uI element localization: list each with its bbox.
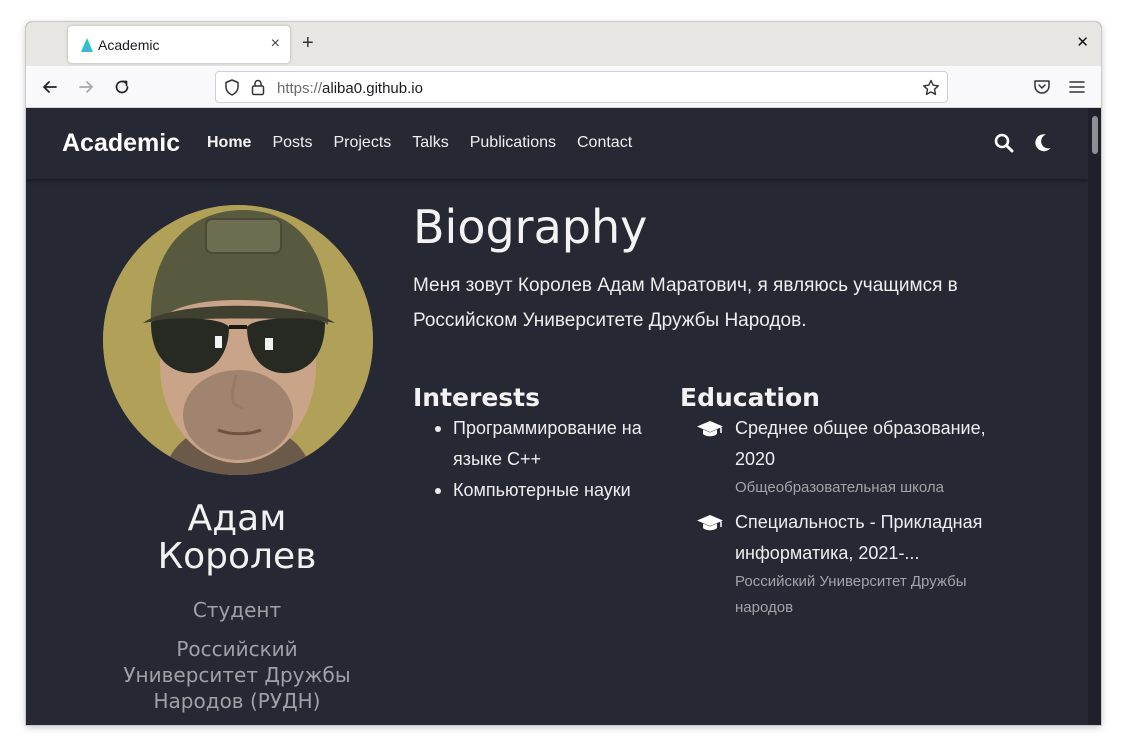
search-icon[interactable] — [994, 133, 1014, 153]
education-item: Специальность - Прикладная информатика, … — [696, 507, 1026, 621]
tab-close-icon[interactable]: × — [271, 35, 280, 53]
star-icon[interactable] — [922, 79, 940, 97]
education-institution: Российский Университет Дружбы народов — [735, 573, 967, 616]
tab-title: Academic — [98, 37, 160, 53]
scrollbar[interactable] — [1088, 108, 1101, 725]
url-bar[interactable]: https://aliba0.github.io — [215, 71, 948, 103]
avatar-image — [103, 205, 373, 475]
lock-icon[interactable] — [251, 79, 265, 96]
person-organization[interactable]: Российский Университет Дружбы Народов (Р… — [112, 636, 362, 714]
nav-talks[interactable]: Talks — [412, 134, 448, 152]
education-title: Education — [680, 383, 820, 412]
list-item: Программирование на языке C++ — [435, 413, 660, 475]
site-brand[interactable]: Academic — [62, 129, 180, 158]
education-course: Специальность - Прикладная информатика, … — [735, 512, 983, 563]
person-name: Адам Королев — [157, 498, 317, 577]
window-close-button[interactable]: ✕ — [1076, 34, 1089, 52]
education-item: Среднее общее образование, 2020 Общеобра… — [696, 413, 1026, 501]
browser-window: Academic × + ✕ https://aliba0.github.io — [26, 22, 1101, 725]
back-icon[interactable] — [40, 77, 60, 97]
scrollbar-thumb[interactable] — [1092, 116, 1098, 154]
url-scheme: https:// — [277, 80, 323, 97]
nav-publications[interactable]: Publications — [470, 134, 556, 152]
biography-title: Biography — [413, 200, 648, 254]
person-role: Студент — [192, 598, 282, 622]
navigation-toolbar: https://aliba0.github.io — [26, 66, 1101, 108]
nav-contact[interactable]: Contact — [577, 134, 632, 152]
site-navbar: Academic Home Posts Projects Talks Publi… — [26, 108, 1088, 179]
nav-projects[interactable]: Projects — [333, 134, 391, 152]
new-tab-button[interactable]: + — [302, 33, 314, 53]
academic-favicon-icon — [81, 38, 93, 52]
site-nav: Home Posts Projects Talks Publications C… — [207, 134, 632, 152]
graduation-cap-icon — [697, 421, 723, 437]
pocket-icon[interactable] — [1032, 77, 1052, 97]
list-item: Компьютерные науки — [435, 475, 660, 506]
menu-icon[interactable] — [1067, 77, 1087, 97]
url-host: aliba0.github.io — [322, 80, 423, 97]
url-text[interactable]: https://aliba0.github.io — [277, 80, 423, 97]
tab-academic[interactable]: Academic × — [68, 26, 290, 63]
interests-title: Interests — [413, 383, 541, 412]
education-course: Среднее общее образование, 2020 — [735, 418, 986, 469]
nav-posts[interactable]: Posts — [272, 134, 312, 152]
nav-home[interactable]: Home — [207, 134, 251, 152]
education-institution: Общеобразовательная школа — [735, 479, 944, 496]
interests-list: Программирование на языке C++ Компьютерн… — [435, 413, 660, 506]
moon-icon[interactable] — [1034, 133, 1052, 153]
forward-icon[interactable] — [76, 77, 96, 97]
shield-icon[interactable] — [224, 79, 240, 96]
reload-icon[interactable] — [112, 77, 132, 97]
education-list: Среднее общее образование, 2020 Общеобра… — [696, 413, 1026, 627]
tab-strip: Academic × + ✕ — [26, 22, 1101, 66]
avatar — [103, 205, 373, 475]
graduation-cap-icon — [697, 515, 723, 531]
biography-text: Меня зовут Королев Адам Маратович, я явл… — [413, 275, 958, 331]
web-page: Academic Home Posts Projects Talks Publi… — [26, 108, 1101, 725]
